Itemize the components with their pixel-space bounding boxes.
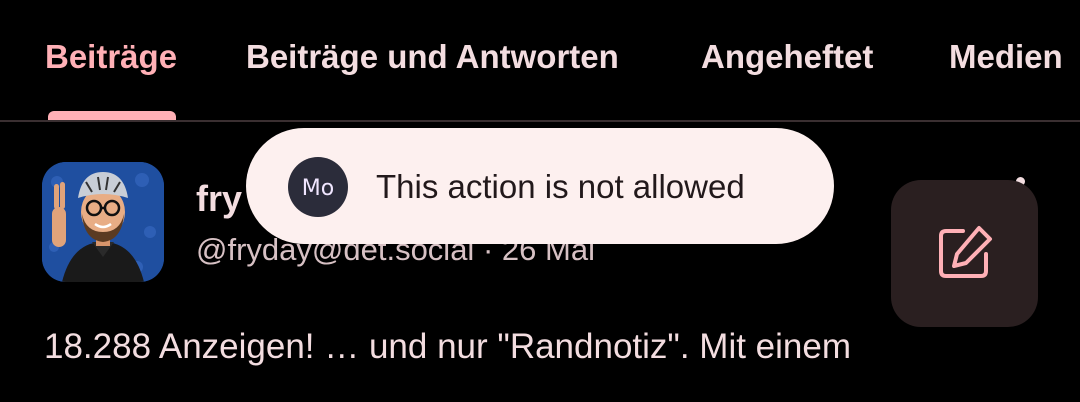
tab-beitraege-und-antworten[interactable]: Beiträge und Antworten bbox=[246, 38, 619, 76]
toast-message: This action is not allowed bbox=[376, 168, 745, 205]
app-icon: Mo bbox=[288, 157, 348, 217]
compose-fab[interactable] bbox=[891, 180, 1038, 327]
post-content[interactable]: 18.288 Anzeigen! … und nur "Randnotiz". … bbox=[44, 327, 851, 367]
tab-angeheftet[interactable]: Angeheftet bbox=[701, 38, 873, 76]
display-name[interactable]: fry bbox=[196, 178, 242, 220]
tab-beitraege[interactable]: Beiträge bbox=[45, 38, 177, 76]
avatar-image bbox=[42, 162, 164, 282]
avatar[interactable] bbox=[42, 162, 164, 282]
profile-tabs: Beiträge Beiträge und Antworten Angeheft… bbox=[0, 0, 1080, 122]
edit-icon bbox=[939, 226, 992, 278]
tab-medien[interactable]: Medien bbox=[949, 38, 1063, 76]
toast: Mo This action is not allowed bbox=[246, 128, 834, 244]
app-icon-label: Mo bbox=[302, 176, 334, 201]
